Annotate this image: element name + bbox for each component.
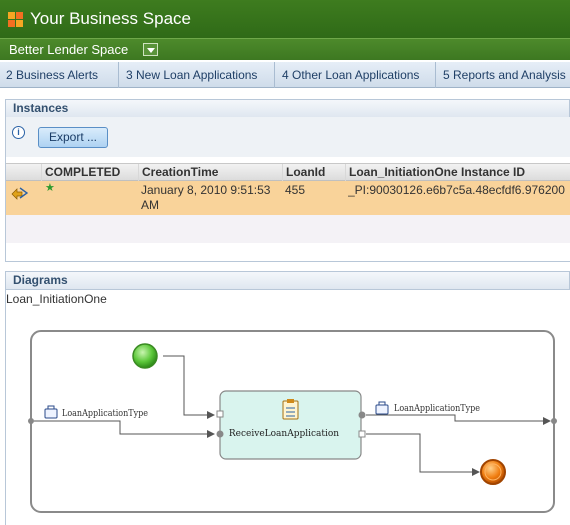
process-diagram: ReceiveLoanApplication LoanApplicationTy…	[28, 330, 557, 513]
activity-port-in-1	[216, 410, 224, 418]
human-task-icon	[282, 399, 299, 420]
activity-port-in-2	[216, 430, 224, 438]
activity-port-out-1	[358, 411, 366, 419]
activity-port-out-2	[358, 430, 366, 438]
input-data-label: LoanApplicationType	[62, 409, 148, 419]
start-event-icon[interactable]	[132, 343, 158, 369]
output-port	[551, 418, 557, 424]
output-data-label: LoanApplicationType	[394, 404, 480, 414]
activity-label: ReceiveLoanApplication	[229, 429, 339, 439]
input-port	[28, 418, 34, 424]
